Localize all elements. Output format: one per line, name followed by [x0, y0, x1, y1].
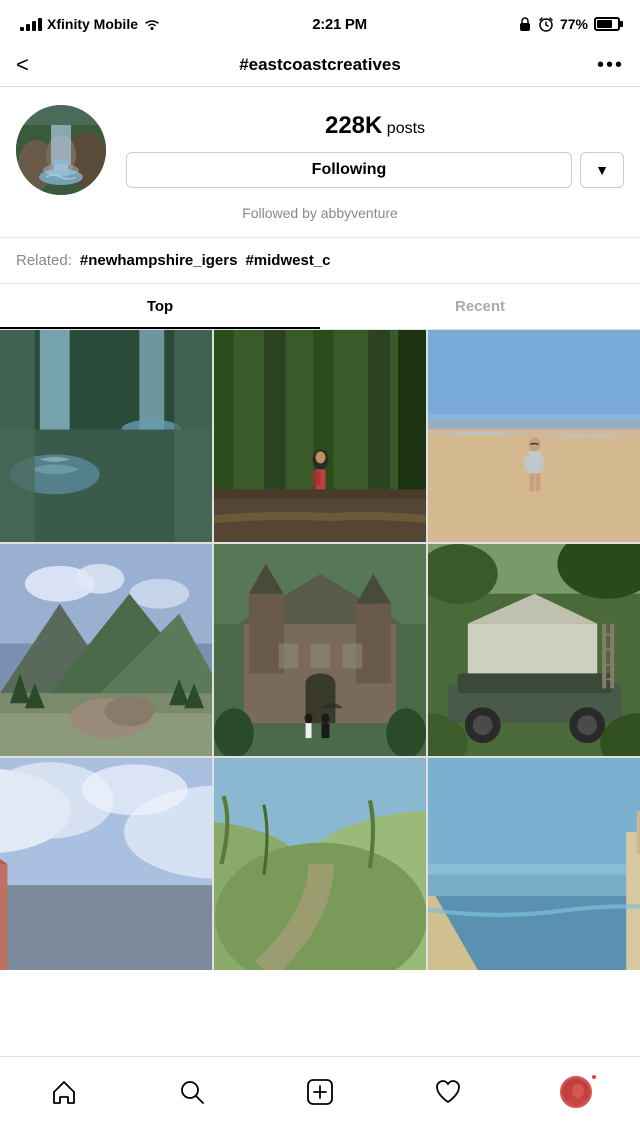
tab-recent-label: Recent — [455, 298, 505, 315]
profile-nav-image — [562, 1078, 590, 1106]
profile-top: 228K posts Following ▼ — [16, 105, 624, 195]
photo-6-svg — [428, 544, 640, 756]
related-section: Related: #newhampshire_igers #midwest_c — [0, 237, 640, 284]
page-title: #eastcoastcreatives — [56, 55, 584, 75]
photo-1-svg — [0, 330, 212, 542]
more-button[interactable]: ••• — [584, 54, 624, 77]
dropdown-arrow: ▼ — [595, 162, 609, 178]
status-left: Xfinity Mobile — [20, 16, 161, 32]
photo-9-svg — [428, 758, 640, 970]
photo-5-svg — [214, 544, 426, 756]
profile-info: 228K posts Following ▼ — [126, 112, 624, 188]
avatar-image — [16, 105, 106, 195]
photo-cell-6[interactable] — [428, 544, 640, 756]
tab-top[interactable]: Top — [0, 284, 320, 329]
related-label: Related: — [16, 252, 72, 269]
photo-3-svg — [428, 330, 640, 542]
photo-8-svg — [214, 758, 426, 970]
carrier-label: Xfinity Mobile — [47, 16, 138, 32]
status-right: 77% — [518, 16, 620, 32]
tab-recent[interactable]: Recent — [320, 284, 640, 329]
wifi-icon — [143, 17, 161, 31]
related-tag-0[interactable]: #newhampshire_igers — [80, 252, 238, 269]
posts-count: 228K posts — [126, 112, 624, 140]
search-nav-icon — [177, 1077, 207, 1107]
photo-cell-8[interactable] — [214, 758, 426, 970]
heart-icon — [433, 1077, 463, 1107]
profile-section: 228K posts Following ▼ Followed by abbyv… — [0, 87, 640, 237]
photo-cell-1[interactable] — [0, 330, 212, 542]
photo-cell-3[interactable] — [428, 330, 640, 542]
nav-add[interactable] — [290, 1067, 350, 1117]
status-bar: Xfinity Mobile 2:21 PM 77% — [0, 0, 640, 44]
tabs: Top Recent — [0, 284, 640, 330]
followed-by-text: Followed by abbyventure — [16, 205, 624, 221]
tab-top-label: Top — [147, 298, 173, 315]
photo-cell-7[interactable] — [0, 758, 212, 970]
following-button[interactable]: Following — [126, 152, 572, 188]
nav-profile[interactable] — [546, 1067, 606, 1117]
photo-2-svg — [214, 330, 426, 542]
home-icon — [49, 1077, 79, 1107]
nav-heart[interactable] — [418, 1067, 478, 1117]
photo-7-svg — [0, 758, 212, 970]
profile-nav-avatar — [560, 1076, 592, 1108]
posts-label: posts — [382, 120, 425, 137]
status-time: 2:21 PM — [312, 16, 367, 33]
profile-nav-svg — [562, 1078, 592, 1108]
photo-cell-2[interactable] — [214, 330, 426, 542]
photo-grid — [0, 330, 640, 970]
add-icon — [305, 1077, 335, 1107]
back-button[interactable]: < — [16, 52, 56, 78]
signal-icon — [20, 17, 42, 31]
lock-icon — [518, 16, 532, 32]
posts-number: 228K — [325, 112, 382, 139]
alarm-icon — [538, 16, 554, 32]
hashtag-avatar — [16, 105, 106, 195]
notification-badge — [590, 1073, 598, 1081]
dropdown-button[interactable]: ▼ — [580, 152, 624, 188]
photo-4-svg — [0, 544, 212, 756]
nav-search[interactable] — [162, 1067, 222, 1117]
main-content: 228K posts Following ▼ Followed by abbyv… — [0, 87, 640, 1050]
bottom-nav — [0, 1056, 640, 1136]
photo-cell-9[interactable] — [428, 758, 640, 970]
avatar-waterfall-svg — [16, 105, 106, 195]
battery-percent: 77% — [560, 16, 588, 32]
follow-row: Following ▼ — [126, 152, 624, 188]
related-row: Related: #newhampshire_igers #midwest_c — [16, 252, 624, 269]
battery-icon — [594, 17, 620, 31]
photo-cell-4[interactable] — [0, 544, 212, 756]
nav-home[interactable] — [34, 1067, 94, 1117]
related-tag-1[interactable]: #midwest_c — [245, 252, 330, 269]
header: < #eastcoastcreatives ••• — [0, 44, 640, 87]
photo-cell-5[interactable] — [214, 544, 426, 756]
